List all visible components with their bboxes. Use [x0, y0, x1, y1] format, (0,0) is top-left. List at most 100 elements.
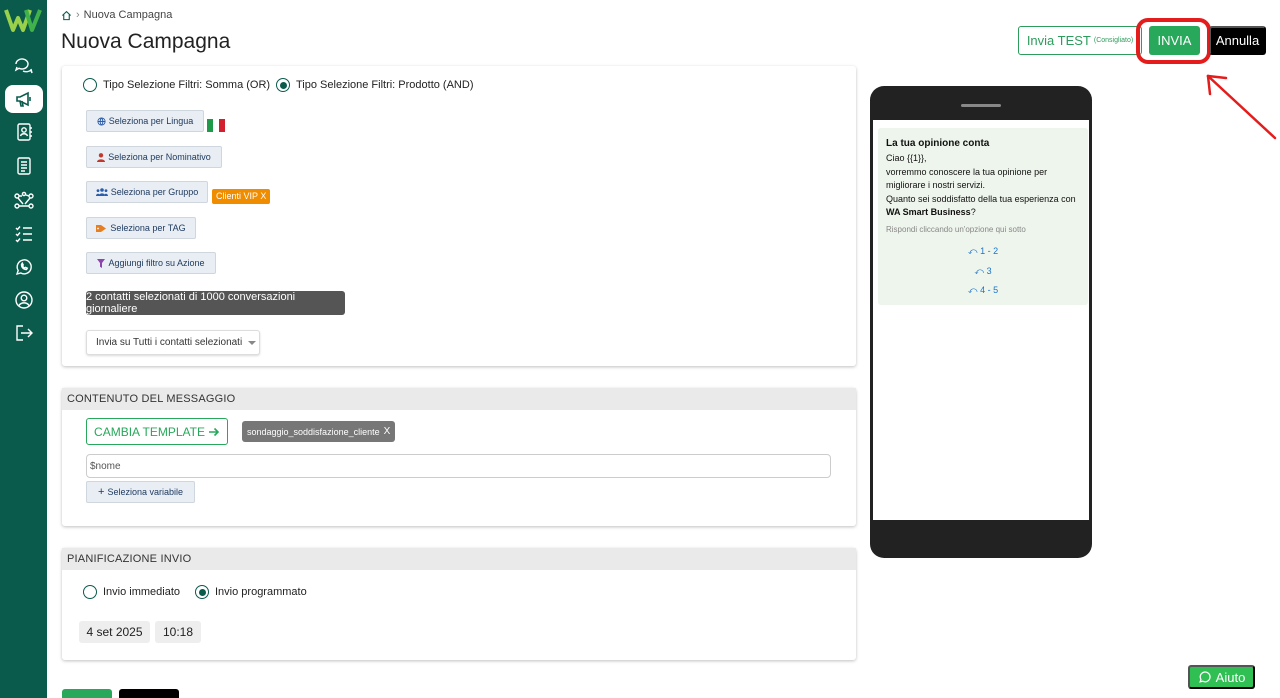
reply-icon: ⤺: [967, 285, 978, 295]
send-scheduled-radio[interactable]: [195, 585, 209, 599]
select-by-name-button[interactable]: Seleziona per Nominativo: [86, 146, 222, 168]
document-icon: [16, 157, 31, 175]
add-action-filter-button[interactable]: Aggiungi filtro su Azione: [86, 252, 216, 274]
select-variable-label: Seleziona variabile: [107, 487, 183, 497]
select-by-tag-label: Seleziona per TAG: [110, 223, 186, 233]
change-template-label: CAMBIA TEMPLATE: [94, 424, 205, 439]
send-scheduled-label: Invio programmato: [215, 586, 307, 598]
send-test-button[interactable]: Invia TEST (Consigliato): [1018, 26, 1142, 55]
cancel-button[interactable]: Annulla: [1209, 26, 1266, 55]
app-logo[interactable]: [4, 6, 42, 34]
italy-flag-icon: [207, 119, 225, 132]
reply-option-label: 3: [986, 266, 992, 276]
send-test-label: Invia TEST: [1026, 33, 1091, 48]
filter-type-and-radio[interactable]: [276, 78, 290, 92]
globe-icon: [97, 116, 106, 126]
sidebar-item-contacts[interactable]: [0, 117, 47, 147]
message-section-title: CONTENUTO DEL MESSAGGIO: [62, 388, 856, 410]
filter-type-and-option[interactable]: Tipo Selezione Filtri: Prodotto (AND): [276, 78, 474, 92]
tag-icon: [96, 224, 107, 232]
whatsapp-icon: [1198, 671, 1211, 683]
schedule-section-title: PIANIFICAZIONE INVIO: [62, 548, 856, 570]
bottom-action-button-black[interactable]: [119, 689, 179, 698]
filter-type-and-label: Tipo Selezione Filtri: Prodotto (AND): [296, 79, 474, 91]
reply-option[interactable]: ⤺ 1 - 2: [878, 246, 1088, 257]
send-scope-value: Invia su Tutti i contatti selezionati: [96, 337, 243, 348]
template-remove-button[interactable]: X: [384, 426, 391, 437]
annotation-highlight-circle: [1136, 18, 1211, 64]
select-by-group-button[interactable]: Seleziona per Gruppo: [86, 181, 208, 203]
template-name: sondaggio_soddisfazione_cliente: [247, 426, 380, 437]
change-template-button[interactable]: CAMBIA TEMPLATE: [86, 418, 228, 445]
reply-option[interactable]: ⤺ 3: [878, 266, 1088, 277]
users-group-icon: [95, 188, 108, 196]
logout-icon: [15, 325, 33, 341]
send-scope-dropdown[interactable]: Invia su Tutti i contatti selezionati: [86, 330, 260, 355]
select-variable-button[interactable]: + Seleziona variabile: [86, 481, 195, 503]
phone-preview: La tua opinione conta Ciao {{1}}, vorrem…: [870, 86, 1092, 558]
add-action-filter-label: Aggiungi filtro su Azione: [108, 258, 205, 268]
funnel-icon: [97, 258, 106, 268]
help-label: Aiuto: [1215, 669, 1246, 685]
whatsapp-icon: [15, 259, 32, 276]
send-immediate-radio[interactable]: [83, 585, 97, 599]
select-by-language-button[interactable]: Seleziona per Lingua: [86, 110, 204, 132]
home-icon[interactable]: [61, 10, 72, 21]
group-tag-chip[interactable]: Clienti VIP X: [212, 189, 271, 204]
plus-icon: +: [98, 486, 105, 498]
message-bubble: La tua opinione conta Ciao {{1}}, vorrem…: [878, 128, 1088, 305]
phone-screen: La tua opinione conta Ciao {{1}}, vorrem…: [873, 120, 1089, 520]
preview-line-1: Ciao {{1}},: [886, 153, 927, 163]
checklist-icon: [15, 226, 32, 243]
breadcrumb: › Nuova Campagna: [61, 9, 172, 21]
user-circle-icon: [14, 291, 33, 309]
chat-bubbles-icon: [14, 58, 33, 74]
preview-brand: WA Smart Business: [886, 207, 971, 217]
bottom-action-button-green[interactable]: [62, 689, 112, 698]
sidebar-item-flows[interactable]: [0, 185, 47, 215]
schedule-time-field[interactable]: 10:18: [155, 621, 201, 643]
sidebar-item-profile[interactable]: [0, 285, 47, 315]
user-icon: [97, 152, 106, 162]
megaphone-icon: [15, 91, 31, 107]
filter-type-or-radio[interactable]: [83, 78, 97, 92]
sidebar: [0, 0, 47, 698]
template-chip: sondaggio_soddisfazione_cliente X: [242, 421, 396, 442]
sidebar-item-campaigns[interactable]: [0, 84, 47, 114]
sidebar-item-templates[interactable]: [0, 151, 47, 181]
breadcrumb-separator: ›: [76, 9, 80, 21]
sidebar-item-whatsapp[interactable]: [0, 252, 47, 282]
select-by-language-label: Seleziona per Lingua: [108, 116, 194, 126]
reply-option-label: 4 - 5: [980, 285, 999, 295]
sidebar-item-chats[interactable]: [0, 51, 47, 81]
chevron-down-icon: [248, 340, 257, 345]
send-test-note: (Consigliato): [1093, 37, 1134, 44]
select-by-tag-button[interactable]: Seleziona per TAG: [86, 217, 196, 239]
help-button[interactable]: Aiuto: [1188, 665, 1255, 689]
select-by-name-label: Seleziona per Nominativo: [108, 152, 211, 162]
arrow-right-icon: [208, 427, 220, 436]
reply-option-label: 1 - 2: [980, 246, 999, 256]
reply-icon: ⤺: [967, 246, 978, 256]
preview-title: La tua opinione conta: [886, 138, 990, 149]
send-scheduled-option[interactable]: Invio programmato: [195, 585, 307, 599]
contacts-book-icon: [16, 123, 32, 141]
select-by-group-label: Seleziona per Gruppo: [110, 187, 199, 197]
sidebar-item-tasks[interactable]: [0, 218, 47, 248]
preview-hint: Rispondi cliccando un'opzione qui sotto: [886, 225, 1026, 234]
variable-input[interactable]: [86, 454, 831, 478]
schedule-date-field[interactable]: 4 set 2025: [79, 621, 150, 643]
preview-line-4: WA Smart Business?: [886, 206, 1084, 220]
filter-type-or-option[interactable]: Tipo Selezione Filtri: Somma (OR): [83, 78, 270, 92]
filter-type-or-label: Tipo Selezione Filtri: Somma (OR): [103, 79, 271, 91]
schedule-card: PIANIFICAZIONE INVIO: [62, 548, 856, 660]
selected-contacts-info: 2 contatti selezionati di 1000 conversaz…: [86, 291, 345, 315]
send-immediate-option[interactable]: Invio immediato: [83, 585, 180, 599]
send-immediate-label: Invio immediato: [103, 586, 181, 598]
sidebar-item-logout[interactable]: [0, 318, 47, 348]
reply-option[interactable]: ⤺ 4 - 5: [878, 285, 1088, 296]
preview-line-3: Quanto sei soddisfatto della tua esperie…: [886, 193, 1076, 204]
flow-network-icon: [13, 191, 34, 209]
preview-line-2: vorremmo conoscere la tua opinione per m…: [886, 166, 1048, 191]
preview-question-mark: ?: [970, 207, 976, 217]
